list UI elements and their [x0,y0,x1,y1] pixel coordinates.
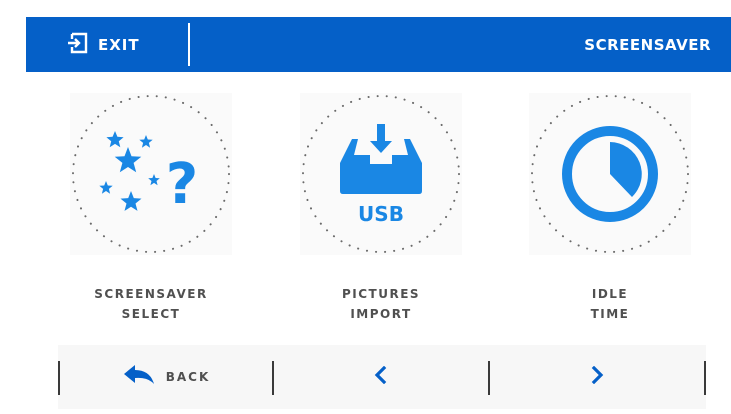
screen-title: SCREENSAVER [584,35,711,54]
chevron-right-icon [590,365,604,388]
idle-time-label: IDLE TIME [590,287,630,321]
pictures-import-label: PICTURES IMPORT [341,287,421,321]
usb-import-tray-icon: USB [302,95,460,253]
header-divider [188,23,190,66]
nav-separator [704,361,706,395]
screensaver-select-label: SCREENSAVER SELECT [94,287,208,321]
pictures-import-tile[interactable]: USB [300,93,462,255]
stars-question-icon: ? [72,95,230,253]
back-button[interactable]: BACK [60,345,272,409]
usb-text: USB [358,202,404,226]
idle-time-tile[interactable] [529,93,691,255]
exit-button[interactable]: EXIT [66,17,140,72]
next-button[interactable] [490,345,704,409]
chevron-left-icon [374,365,388,388]
previous-button[interactable] [274,345,488,409]
screensaver-select-tile[interactable]: ? [70,93,232,255]
svg-text:?: ? [166,152,198,217]
clock-timer-icon [531,95,689,253]
back-label: BACK [165,370,211,384]
exit-icon [66,32,88,58]
exit-label: EXIT [98,35,140,54]
back-arrow-icon [122,363,156,391]
top-bar: EXIT SCREENSAVER [26,17,731,72]
bottom-nav-bar: BACK [58,345,706,409]
